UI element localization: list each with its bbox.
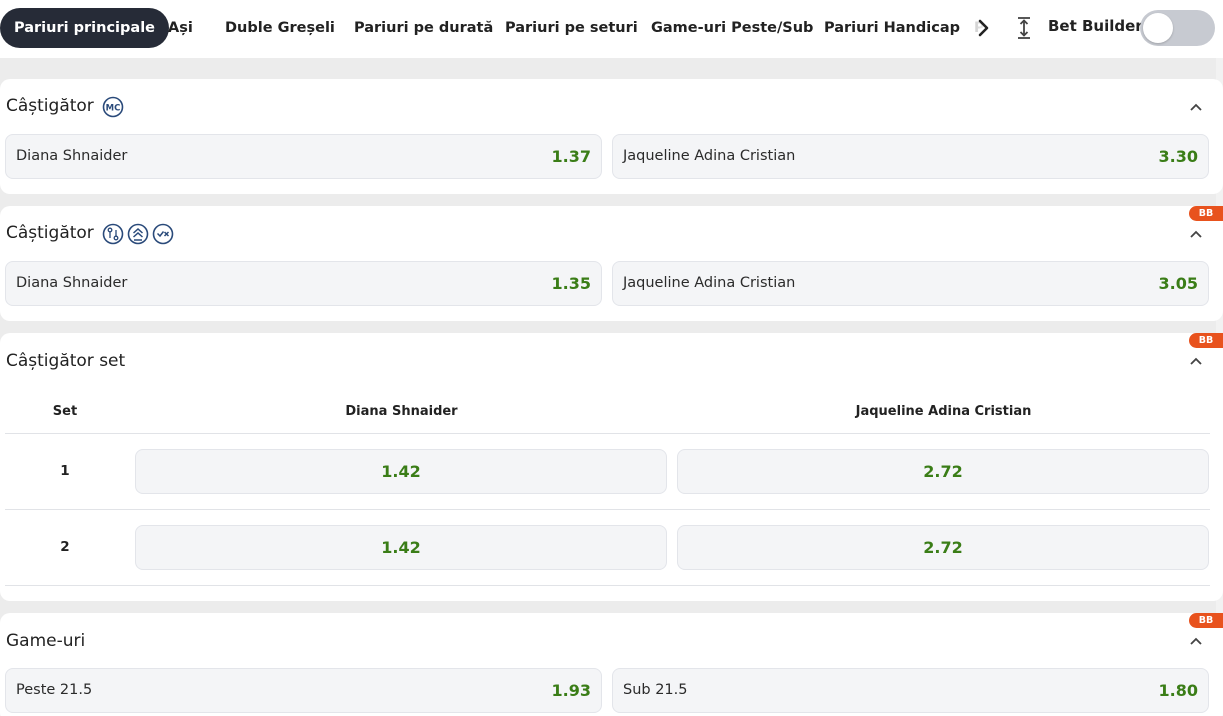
divider — [5, 585, 1210, 586]
selection-price: 3.30 — [1158, 147, 1198, 166]
bb-badge: BB — [1189, 613, 1223, 628]
market-card-game-uri: BB Game-uri Peste 21.5 1.93 Sub 21.5 1.8… — [0, 613, 1223, 716]
column-header-player1: Diana Shnaider — [345, 404, 458, 419]
cashout-icon — [152, 223, 174, 245]
market-title: Câștigător — [6, 223, 94, 243]
stats-icon — [102, 223, 124, 245]
market-card-castigator: Câștigător MC Diana Shnaider 1.37 Jaquel… — [0, 79, 1223, 194]
collapse-chevron-icon[interactable] — [1189, 356, 1203, 366]
odd-button[interactable]: 1.42 — [135, 525, 667, 570]
column-header-player2: Jaqueline Adina Cristian — [855, 404, 1032, 419]
selection-name: Jaqueline Adina Cristian — [623, 148, 796, 164]
selection-price: 2.72 — [923, 538, 963, 557]
set-number: 2 — [60, 539, 70, 555]
selection-name: Diana Shnaider — [16, 148, 128, 164]
streak-icon — [127, 223, 149, 245]
tab-asi[interactable]: Ași — [154, 8, 207, 48]
tab-pariuri-pe-durata[interactable]: Pariuri pe durată — [340, 8, 507, 48]
collapse-chevron-icon[interactable] — [1189, 229, 1203, 239]
selection-price: 1.35 — [551, 274, 591, 293]
mc-icon: MC — [102, 96, 124, 118]
expand-vertical-icon — [1018, 17, 1030, 39]
odd-button[interactable]: Sub 21.5 1.80 — [612, 668, 1209, 713]
bb-badge: BB — [1189, 333, 1223, 348]
selection-price: 1.80 — [1158, 681, 1198, 700]
odd-button[interactable]: Peste 21.5 1.93 — [5, 668, 602, 713]
selection-price: 3.05 — [1158, 274, 1198, 293]
market-tabs-bar: Pariuri principale Ași Duble Greșeli Par… — [0, 0, 1223, 58]
bet-builder-label: Bet Builder — [1048, 17, 1143, 35]
selection-price: 1.93 — [551, 681, 591, 700]
tab-game-uri-peste-sub[interactable]: Game-uri Peste/Sub — [637, 8, 827, 48]
selection-name: Jaqueline Adina Cristian — [623, 275, 796, 291]
bb-badge: BB — [1189, 206, 1223, 221]
selection-name: Peste 21.5 — [16, 682, 93, 698]
odd-button[interactable]: 2.72 — [677, 449, 1209, 494]
market-card-castigator-bb: BB Câștigător Diana Shnaider 1.35 Jaquel… — [0, 206, 1223, 321]
toggle-knob — [1143, 13, 1173, 43]
selection-name: Diana Shnaider — [16, 275, 128, 291]
tab-duble-greseli[interactable]: Duble Greșeli — [211, 8, 349, 48]
selection-name: Sub 21.5 — [623, 682, 688, 698]
tab-pariuri-pe-seturi[interactable]: Pariuri pe seturi — [491, 8, 652, 48]
collapse-chevron-icon[interactable] — [1189, 102, 1203, 112]
collapse-chevron-icon[interactable] — [1189, 636, 1203, 646]
market-title: Game-uri — [6, 631, 86, 651]
set-number: 1 — [60, 463, 70, 479]
scroll-right-arrow-icon[interactable] — [970, 14, 998, 42]
divider — [5, 433, 1210, 434]
odd-button[interactable]: Diana Shnaider 1.37 — [5, 134, 602, 179]
selection-price: 1.37 — [551, 147, 591, 166]
tab-pariuri-principale[interactable]: Pariuri principale — [0, 8, 169, 48]
odd-button[interactable]: 2.72 — [677, 525, 1209, 570]
selection-price: 1.42 — [381, 538, 421, 557]
column-header-set: Set — [52, 404, 78, 419]
selection-price: 2.72 — [923, 462, 963, 481]
odd-button[interactable]: 1.42 — [135, 449, 667, 494]
odd-button[interactable]: Jaqueline Adina Cristian 3.05 — [612, 261, 1209, 306]
tab-pariuri-handicap[interactable]: Pariuri Handicap — [810, 8, 974, 48]
odd-button[interactable]: Jaqueline Adina Cristian 3.30 — [612, 134, 1209, 179]
market-title: Câștigător — [6, 96, 94, 116]
divider — [5, 509, 1210, 510]
odd-button[interactable]: Diana Shnaider 1.35 — [5, 261, 602, 306]
selection-price: 1.42 — [381, 462, 421, 481]
bet-builder-toggle[interactable] — [1140, 10, 1215, 46]
market-title: Câștigător set — [6, 351, 126, 371]
mc-text: MC — [106, 104, 121, 114]
